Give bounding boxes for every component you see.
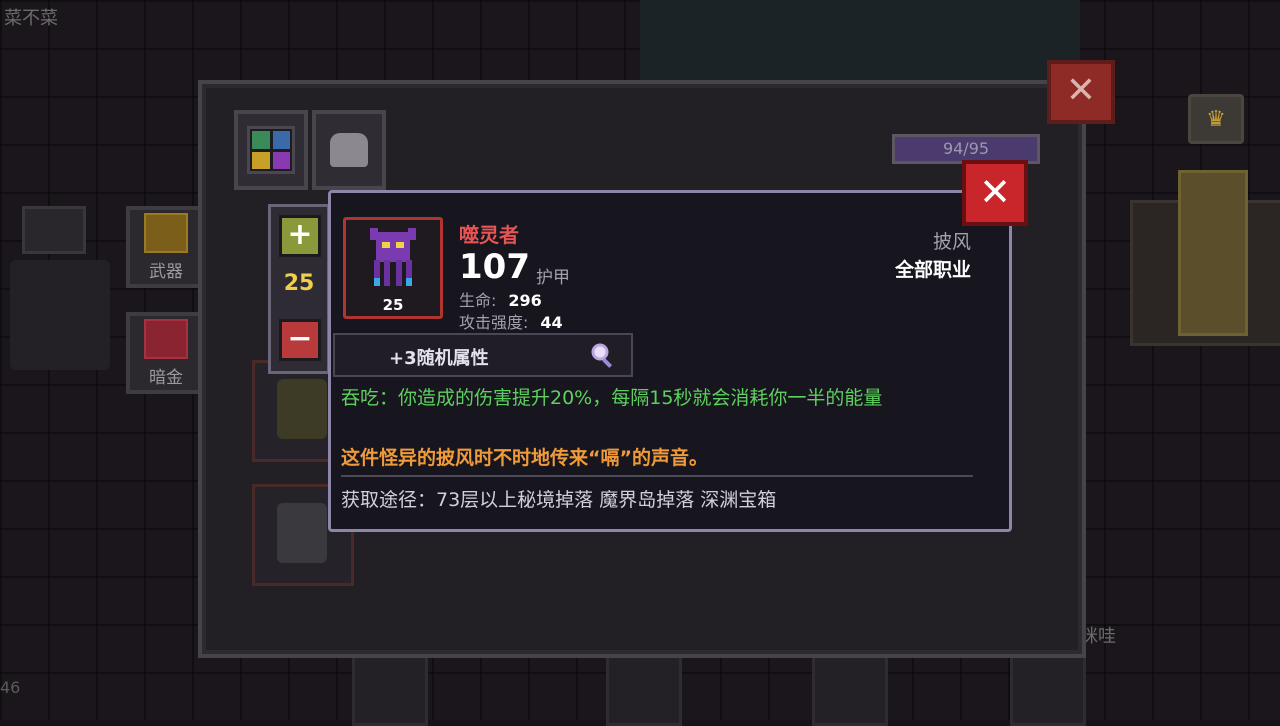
grid-icon [247,126,295,174]
hotbar-slot[interactable] [812,648,888,726]
item-name: 噬灵者 [459,223,519,247]
magnifier-icon[interactable] [589,341,617,369]
item-flavor-text: 这件怪异的披风时不时地传来“嗝”的声音。 [341,447,708,469]
side-tab-dark-gold[interactable]: 暗金 [126,312,206,394]
stat-attack: 攻击强度: 44 [459,309,563,333]
background-statue [1178,170,1248,336]
bag-icon [330,133,368,167]
hotbar-slot[interactable] [352,648,428,726]
armor-label: 护甲 [536,268,570,288]
side-tab-label: 武器 [149,262,183,282]
side-tab-weapon[interactable]: 武器 [126,206,206,288]
chest-icon [144,319,188,359]
stat-value: 296 [508,291,542,310]
cloak-icon [277,379,327,439]
item-icon-frame: 25 [343,217,443,319]
player-name-label: 菜不菜 [4,8,58,29]
stat-value: 44 [540,313,563,332]
side-tab-label: 暗金 [149,368,183,388]
random-attribute-box[interactable]: +3随机属性 [333,333,633,377]
item-source: 获取途径：73层以上秘境掉落 魔界岛掉落 深渊宝箱 [341,489,777,511]
background-character [10,260,110,370]
cloak-icon [277,503,327,563]
stat-label: 生命: [459,291,497,310]
divider [341,475,973,477]
item-level-badge: 25 [382,296,404,314]
background-structure [640,0,1080,80]
armor-value: 107 [459,247,530,287]
item-effect: 吞吃：你造成的伤害提升20%，每隔15秒就会消耗你一半的能量 [341,387,883,409]
tab-all-items[interactable] [234,110,308,190]
background-monitor [22,206,86,254]
stat-label: 攻击强度: [459,313,529,332]
crown-icon[interactable]: ♛ [1188,94,1244,144]
hotbar-slot[interactable] [606,648,682,726]
level-control: + 25 − [268,204,330,374]
class-requirement: 全部职业 [894,259,971,281]
hotbar-slot[interactable] [1010,648,1086,726]
item-type: 披风 [932,231,971,253]
level-decrease-button[interactable]: − [279,319,321,361]
inventory-close-button[interactable]: ✕ [1047,60,1115,124]
random-attribute-label: +3随机属性 [389,348,489,369]
level-value: 25 [283,271,315,296]
stat-health: 生命: 296 [459,287,542,311]
level-increase-button[interactable]: + [279,215,321,257]
background-number: 46 [0,678,21,697]
squid-icon [370,228,416,286]
tooltip-close-button[interactable]: ✕ [962,160,1028,226]
sword-icon [144,213,188,253]
tab-bag[interactable] [312,110,386,190]
item-tooltip-card: 25 噬灵者 107 护甲 生命: 296 攻击强度: 44 披风 全部职业 +3随… [328,190,1012,532]
